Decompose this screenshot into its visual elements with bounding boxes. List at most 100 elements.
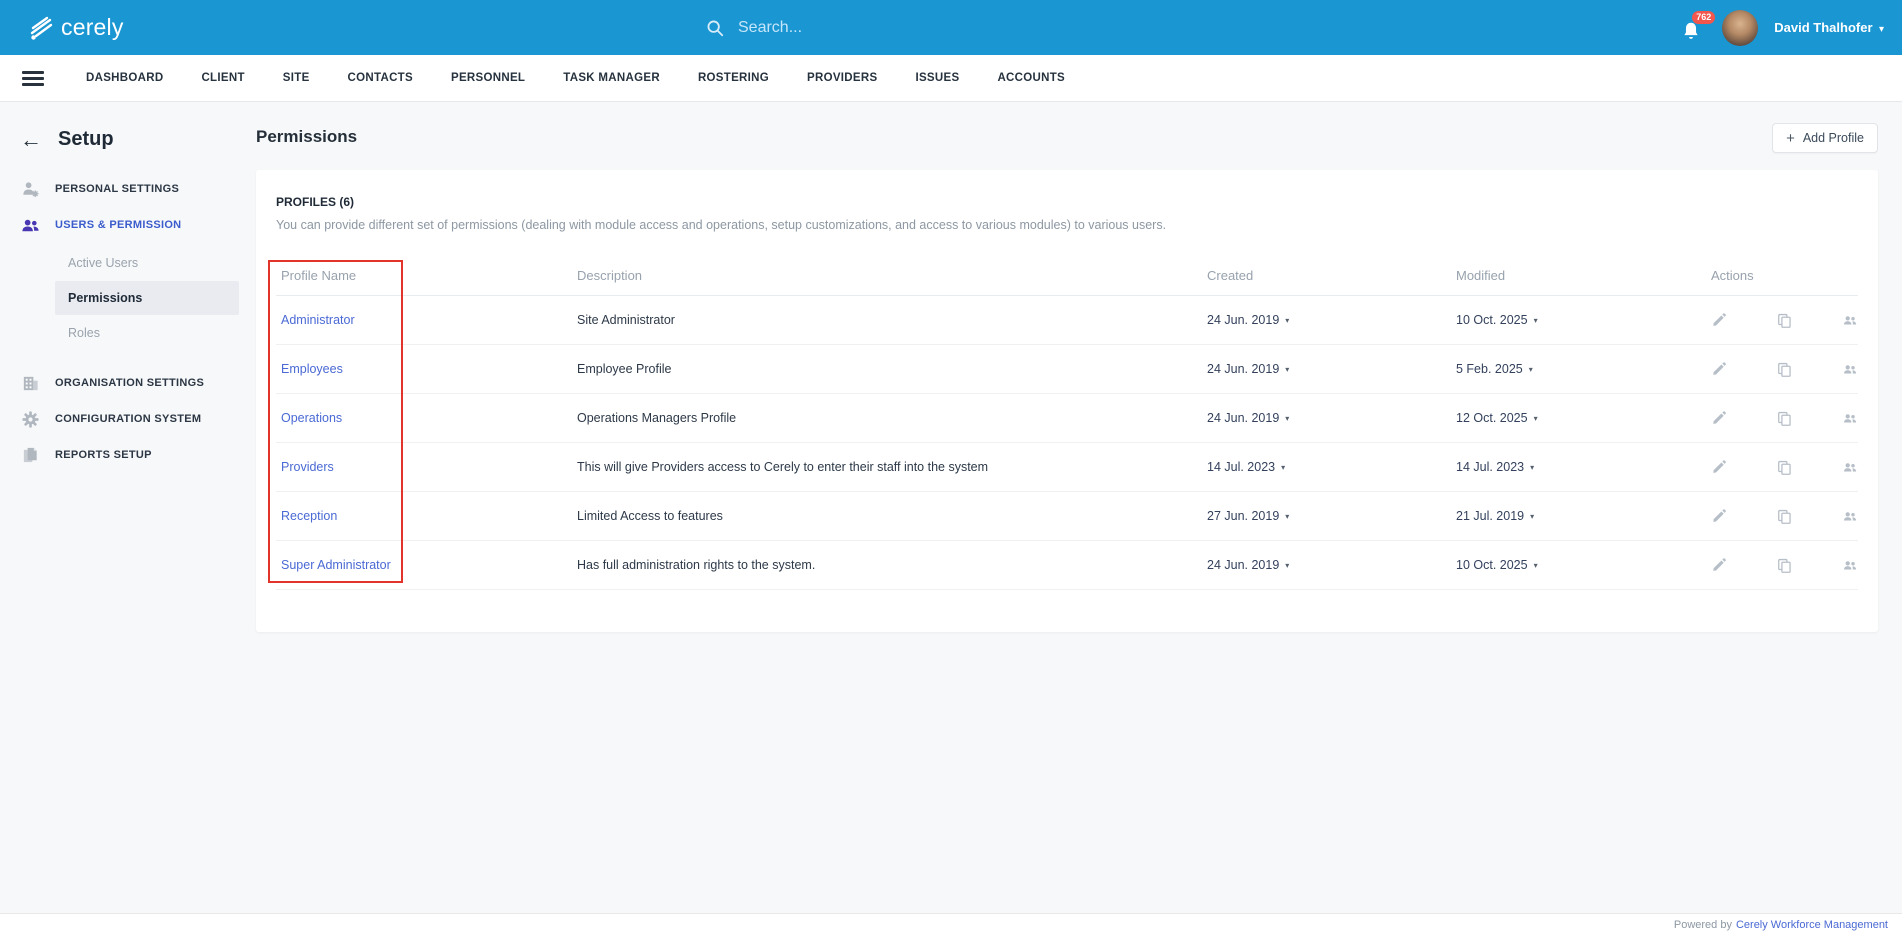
edit-pencil-icon[interactable] [1711,556,1727,574]
nav-providers[interactable]: PROVIDERS [807,72,877,84]
add-profile-button[interactable]: + Add Profile [1772,123,1878,153]
copy-icon[interactable] [1776,360,1792,378]
modified-date[interactable]: 21 Jul. 2019 ▾ [1451,509,1706,523]
caret-down-icon: ▾ [1533,561,1538,570]
row-actions [1706,360,1858,378]
row-actions [1706,458,1858,476]
sidebar-subitem-roles[interactable]: Roles [0,315,255,351]
modified-date[interactable]: 5 Feb. 2025 ▾ [1451,362,1706,376]
sidebar-title: Setup [58,128,114,150]
assign-users-icon[interactable] [1842,507,1858,525]
profile-name-link[interactable]: Reception [276,509,572,523]
copy-icon[interactable] [1776,311,1792,329]
col-header-modified: Modified [1456,268,1506,283]
created-date[interactable]: 24 Jun. 2019 ▾ [1202,558,1451,572]
created-date[interactable]: 24 Jun. 2019 ▾ [1202,362,1451,376]
nav-contacts[interactable]: CONTACTS [348,72,413,84]
menu-icon[interactable] [22,68,44,89]
main-nav-bar: DASHBOARD CLIENT SITE CONTACTS PERSONNEL… [0,55,1902,102]
created-date[interactable]: 24 Jun. 2019 ▾ [1202,411,1451,425]
caret-down-icon: ▾ [1285,561,1290,570]
profile-name-link[interactable]: Employees [276,362,572,376]
edit-pencil-icon[interactable] [1711,311,1727,329]
nav-personnel[interactable]: PERSONNEL [451,72,525,84]
profile-description: Employee Profile [577,362,672,376]
nav-task-manager[interactable]: TASK MANAGER [563,72,660,84]
caret-down-icon: ▾ [1281,463,1286,472]
caret-down-icon: ▾ [1285,316,1290,325]
profile-name-link[interactable]: Operations [276,411,572,425]
col-header-actions: Actions [1711,268,1754,283]
edit-pencil-icon[interactable] [1711,409,1727,427]
person-gear-icon [23,181,39,197]
nav-dashboard[interactable]: DASHBOARD [86,72,163,84]
table-row: Administrator Site Administrator 24 Jun.… [276,296,1858,345]
profile-name-link[interactable]: Administrator [276,313,572,327]
global-search[interactable] [706,0,1038,55]
sidebar-item-users-permission[interactable]: USERS & PERMISSION [0,207,255,243]
notification-count-badge: 762 [1692,10,1716,24]
user-menu[interactable]: David Thalhofer ▾ [1774,19,1884,37]
profile-name-link[interactable]: Providers [276,460,572,474]
caret-down-icon: ▾ [1528,365,1533,374]
building-icon [23,376,38,390]
sidebar-item-configuration-system[interactable]: CONFIGURATION SYSTEM [0,401,255,437]
assign-users-icon[interactable] [1842,311,1858,329]
powered-by-text: Powered by [1673,919,1732,931]
sidebar-subitem-active-users[interactable]: Active Users [0,245,255,281]
search-input[interactable] [738,18,1038,37]
assign-users-icon[interactable] [1842,360,1858,378]
setup-sidebar: ← Setup PERSONAL SETTINGS USERS & PERMIS… [0,102,255,936]
user-name: David Thalhofer [1774,19,1873,35]
profile-description: Has full administration rights to the sy… [577,558,816,572]
profile-name-link[interactable]: Super Administrator [276,558,572,572]
profiles-heading: PROFILES (6) [276,195,355,209]
assign-users-icon[interactable] [1842,556,1858,574]
modified-date[interactable]: 14 Jul. 2023 ▾ [1451,460,1706,474]
footer-bar: Powered by Cerely Workforce Management [0,913,1902,936]
edit-pencil-icon[interactable] [1711,507,1727,525]
user-avatar[interactable] [1722,9,1759,46]
edit-pencil-icon[interactable] [1711,458,1727,476]
copy-icon[interactable] [1776,556,1792,574]
modified-date[interactable]: 10 Oct. 2025 ▾ [1451,558,1706,572]
nav-accounts[interactable]: ACCOUNTS [997,72,1065,84]
table-row: Reception Limited Access to features 27 … [276,492,1858,541]
sidebar-subitem-permissions[interactable]: Permissions [55,281,239,315]
page-title: Permissions [256,127,358,146]
copy-icon[interactable] [1776,458,1792,476]
nav-items: DASHBOARD CLIENT SITE CONTACTS PERSONNEL… [86,72,1065,84]
nav-site[interactable]: SITE [283,72,310,84]
profiles-table: Profile Name Description Created Modifie… [276,256,1858,590]
documents-icon [23,447,37,462]
nav-issues[interactable]: ISSUES [915,72,959,84]
profile-description: Site Administrator [577,313,675,327]
copy-icon[interactable] [1776,409,1792,427]
copy-icon[interactable] [1776,507,1792,525]
profile-description: This will give Providers access to Cerel… [577,460,989,474]
nav-rostering[interactable]: ROSTERING [698,72,769,84]
modified-date[interactable]: 10 Oct. 2025 ▾ [1451,313,1706,327]
sidebar-item-personal-settings[interactable]: PERSONAL SETTINGS [0,171,255,207]
table-row: Operations Operations Managers Profile 2… [276,394,1858,443]
assign-users-icon[interactable] [1842,409,1858,427]
row-actions [1706,556,1858,574]
brand-logo-group[interactable]: cerely [28,14,124,41]
assign-users-icon[interactable] [1842,458,1858,476]
table-row: Providers This will give Providers acces… [276,443,1858,492]
caret-down-icon: ▾ [1530,463,1535,472]
sidebar-item-organisation-settings[interactable]: ORGANISATION SETTINGS [0,365,255,401]
edit-pencil-icon[interactable] [1711,360,1727,378]
brand-name: cerely [61,14,124,40]
col-header-profile-name: Profile Name [281,268,357,283]
created-date[interactable]: 24 Jun. 2019 ▾ [1202,313,1451,327]
back-arrow-icon[interactable]: ← [20,128,42,151]
notifications-button[interactable]: 762 [1680,10,1716,43]
cerely-link[interactable]: Cerely Workforce Management [1736,919,1888,931]
users-permission-sublist: Active Users Permissions Roles [0,245,255,351]
sidebar-item-reports-setup[interactable]: REPORTS SETUP [0,437,255,473]
modified-date[interactable]: 12 Oct. 2025 ▾ [1451,411,1706,425]
created-date[interactable]: 27 Jun. 2019 ▾ [1202,509,1451,523]
created-date[interactable]: 14 Jul. 2023 ▾ [1202,460,1451,474]
nav-client[interactable]: CLIENT [201,72,244,84]
